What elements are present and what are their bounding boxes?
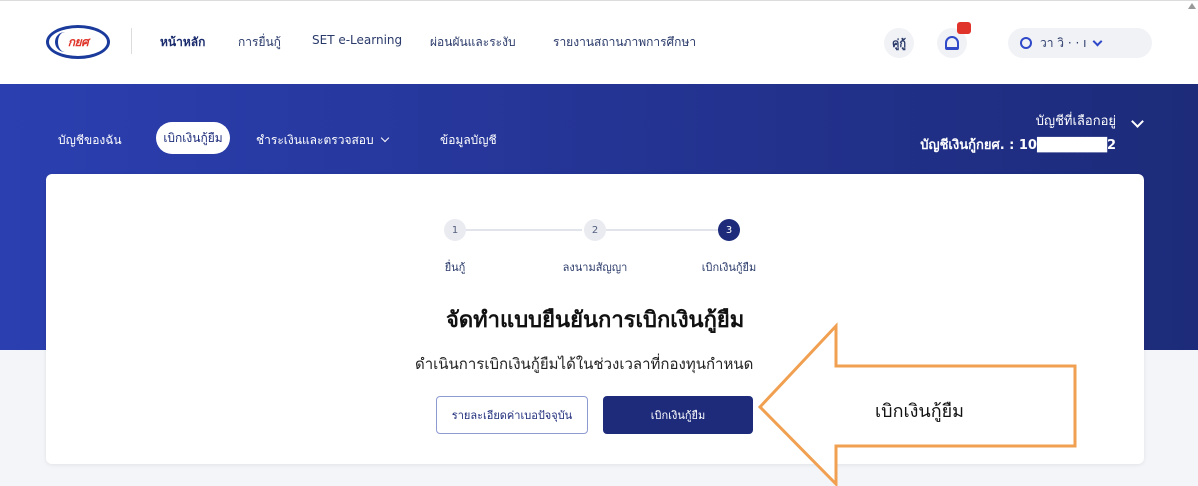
callout-label: เบิกเงินกู้ยืม: [875, 401, 965, 422]
callout-arrow: [757, 322, 1077, 486]
